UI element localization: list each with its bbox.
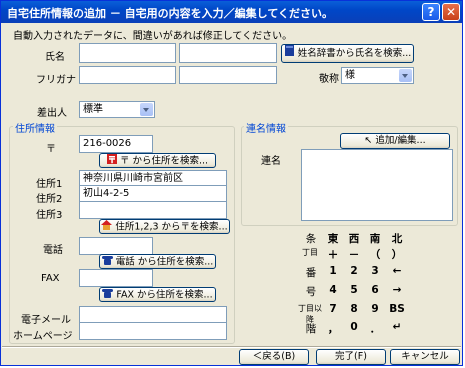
postal-code-input[interactable]: 216-0026 (79, 135, 153, 153)
honorific-value: 様 (345, 70, 355, 81)
dialog-window: 自宅住所情報の追加 － 自宅用の内容を入力／編集してください。 ? ✕ 自動入力… (0, 0, 463, 366)
close-button[interactable]: ✕ (442, 3, 460, 21)
name-dictionary-search-label: 姓名辞書から氏名を検索... (297, 48, 412, 59)
address3-label: 住所3 (36, 210, 63, 221)
first-name-input[interactable] (179, 43, 277, 63)
keypad-key[interactable]: ← (389, 265, 405, 277)
phone-search-label: 電話 から住所を検索... (115, 256, 214, 268)
arrow-up-left-icon: ↖ (364, 135, 373, 146)
address2-label: 住所2 (36, 194, 63, 205)
name-label: 氏名 (45, 52, 65, 63)
dictionary-icon (284, 45, 295, 62)
keypad-key[interactable]: 0 (346, 321, 362, 333)
keypad-key[interactable]: 条 (300, 231, 322, 246)
keypad-key[interactable]: 6 (367, 284, 383, 296)
postal-search-label: 〒 から住所を検索... (119, 155, 209, 167)
email-label: 電子メール (21, 315, 71, 326)
keypad-key[interactable]: 丁目 (296, 247, 324, 258)
homepage-input[interactable] (79, 322, 227, 340)
postal-search-button[interactable]: 〒 から住所を検索... (99, 153, 216, 168)
keypad-key[interactable]: 号 (300, 284, 322, 299)
homepage-label: ホームページ (13, 331, 73, 342)
keypad-key[interactable]: 1 (325, 265, 341, 277)
keypad-key[interactable]: 西 (346, 231, 362, 246)
back-button[interactable]: ＜戻る(B) (239, 349, 309, 365)
postal-mark-icon (106, 154, 117, 167)
honorific-select[interactable]: 様 (341, 67, 414, 84)
sender-label: 差出人 (37, 108, 67, 119)
joint-name-list[interactable] (301, 149, 453, 221)
keypad-key[interactable]: 4 (325, 284, 341, 296)
keypad-key[interactable]: BS (389, 303, 405, 315)
fax-input[interactable] (79, 269, 153, 287)
fax-search-label: FAX から住所を検索... (116, 289, 213, 301)
keypad-key[interactable]: ↵ (389, 321, 405, 333)
phone-label: 電話 (43, 245, 63, 256)
joint-name-edit-label: 追加/編集... (375, 135, 426, 146)
name-dictionary-search-button[interactable]: 姓名辞書から氏名を検索... (281, 44, 414, 63)
keypad-key[interactable]: 東 (325, 231, 341, 246)
honorific-label: 敬称 (319, 74, 339, 85)
phone-search-button[interactable]: 電話 から住所を検索... (99, 254, 216, 269)
window-title: 自宅住所情報の追加 － 自宅用の内容を入力／編集してください。 (7, 7, 333, 20)
keypad-key[interactable]: → (389, 284, 405, 296)
keypad-key[interactable]: 南 (367, 231, 383, 246)
keypad-key[interactable]: ． (367, 321, 383, 336)
cancel-button[interactable]: キャンセル (390, 349, 460, 365)
keypad-key[interactable]: 階 (300, 321, 322, 336)
footer-divider (2, 346, 461, 348)
address1-label: 住所1 (36, 179, 63, 190)
address-to-postal-search-button[interactable]: 住所1,2,3 から〒を検索... (99, 219, 230, 234)
sender-value: 標準 (83, 104, 103, 115)
sender-select[interactable]: 標準 (79, 101, 155, 118)
keypad-key[interactable]: 9 (367, 303, 383, 315)
address-to-postal-search-label: 住所1,2,3 から〒を検索... (115, 221, 228, 233)
help-button[interactable]: ? (422, 3, 440, 21)
chevron-down-icon[interactable] (399, 69, 412, 82)
keypad-key[interactable]: （ (367, 247, 383, 262)
postal-label: 〒 (46, 144, 56, 155)
joint-name-edit-button[interactable]: ↖ 追加/編集... (340, 133, 450, 149)
keypad-key[interactable]: 7 (325, 303, 341, 315)
keypad-key[interactable]: 番 (300, 265, 322, 280)
keypad-key[interactable]: ， (325, 321, 341, 336)
phone-input[interactable] (79, 237, 153, 255)
keypad-key[interactable]: 5 (346, 284, 362, 296)
finish-button[interactable]: 完了(F) (316, 349, 386, 365)
keypad-key[interactable]: ＋ (325, 247, 341, 262)
joint-name-group-title: 連名情報 (244, 120, 288, 135)
fax-label: FAX (41, 273, 60, 284)
keypad-key[interactable]: 2 (346, 265, 362, 277)
last-name-input[interactable] (79, 43, 176, 63)
keypad-key[interactable]: － (346, 247, 362, 262)
furigana-first-input[interactable] (179, 66, 277, 84)
phone-icon (101, 255, 113, 268)
keypad-key[interactable]: 3 (367, 265, 383, 277)
instruction-text: 自動入力されたデータに、間違いがあれば修正してください。 (13, 31, 293, 42)
phone-icon (102, 288, 114, 301)
keypad-key[interactable]: 北 (389, 231, 405, 246)
chevron-down-icon[interactable] (140, 103, 153, 116)
joint-name-label: 連名 (261, 156, 281, 167)
keypad-key[interactable]: ） (389, 247, 405, 262)
keypad-key[interactable]: 8 (346, 303, 362, 315)
address-group-title: 住所情報 (13, 120, 57, 135)
furigana-last-input[interactable] (79, 66, 176, 84)
house-icon (101, 220, 113, 233)
fax-search-button[interactable]: FAX から住所を検索... (99, 287, 216, 302)
address3-input[interactable] (79, 201, 227, 219)
title-bar: 自宅住所情報の追加 － 自宅用の内容を入力／編集してください。 ? ✕ (1, 1, 462, 23)
furigana-label: フリガナ (36, 75, 76, 86)
